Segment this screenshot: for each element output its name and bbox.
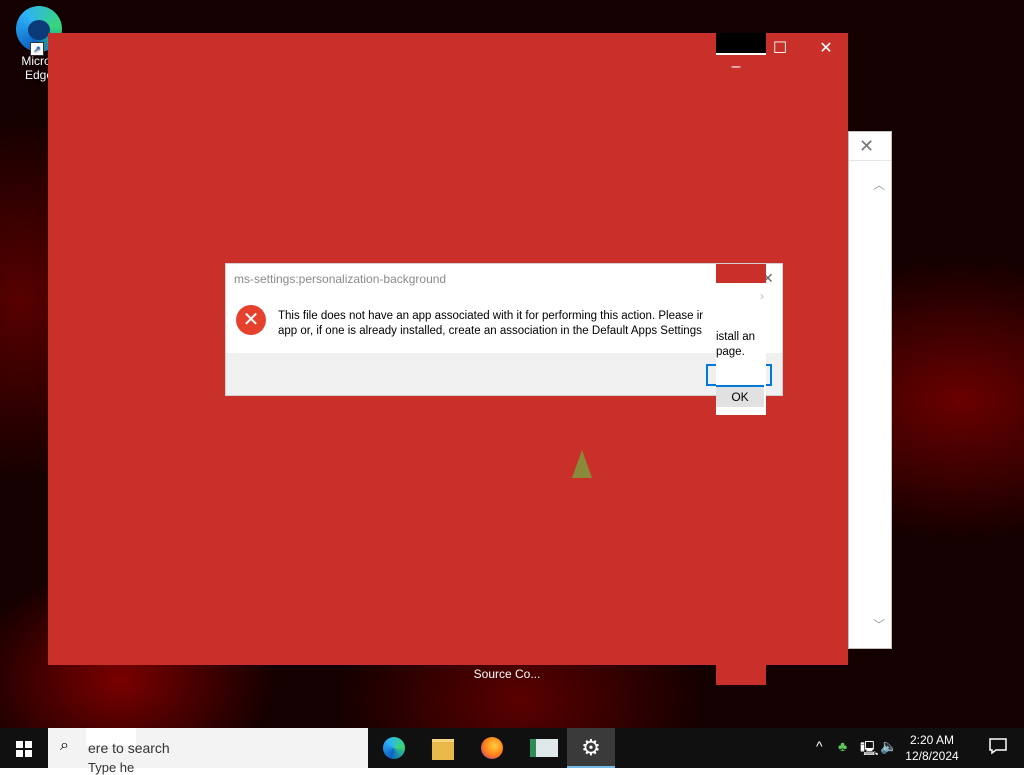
close-icon[interactable]: ✕ [859,136,874,157]
chevron-right-icon: › [760,289,764,303]
desktop-icon-label-source[interactable]: Source Co... [462,667,552,681]
search-icon: ⌕ [60,737,69,754]
taskbar-app-firefox[interactable] [468,728,516,768]
network-icon[interactable]: 🖳 [860,738,879,762]
fragment-line: page. [716,346,745,358]
gear-icon: ⚙ [581,735,601,760]
taskbar-app-edge[interactable] [370,728,418,768]
fragment-line: istall an [716,331,755,343]
edge-icon [383,737,405,759]
background-window[interactable]: ✕ ︿ ﹀ [848,131,892,649]
background-window-titlebar: ✕ [849,132,891,161]
ok-button[interactable]: OK [716,385,764,407]
windows-logo-icon [16,741,32,757]
maximize-icon[interactable]: ☐ [770,39,790,59]
start-button[interactable] [0,728,48,768]
clock[interactable]: 2:20 AM 12/8/2024 [902,732,962,764]
render-artifact [716,53,766,55]
system-tray: ^ ♣ 🖳 🔈 2:20 AM 12/8/2024 [804,728,1024,768]
dialog-title: ms-settings:personalization-background [234,272,447,286]
cursor-sprite-icon [572,450,592,478]
dialog-message-line: This file does not have an app associate… [278,310,704,322]
folder-icon [432,739,454,760]
firefox-icon [481,737,503,759]
render-artifact [716,33,766,53]
volume-icon[interactable]: 🔈 [880,738,897,755]
fragment-text: istall an page. [716,330,755,360]
error-dialog[interactable]: ms-settings:personalization-background ✕… [226,264,782,395]
render-artifact [716,264,766,283]
clock-date: 12/8/2024 [905,749,959,763]
chevron-down-icon[interactable]: ﹀ [873,616,885,633]
render-artifact [716,283,766,285]
taskbar: ⌕ ere to search Type he ⚙ ^ ♣ 🖳 🔈 2:20 A… [0,728,1024,775]
dialog-message-line: app or, if one is already installed, cre… [278,325,702,337]
error-icon: ✕ [236,305,266,335]
chevron-up-icon[interactable]: ^ [816,738,823,754]
dialog-fragment: › istall an page. OK [716,283,766,415]
taskbar-app-notepad[interactable] [517,728,565,768]
notepad-icon [530,739,558,757]
taskbar-app-settings[interactable]: ⚙ [567,728,615,768]
clock-time: 2:20 AM [909,733,955,747]
notification-icon[interactable] [988,736,1012,760]
dialog-message: This file does not have an app associate… [278,309,728,339]
close-icon[interactable]: ✕ [816,39,836,59]
search-placeholder: ere to search [88,740,170,756]
people-icon[interactable]: ♣ [838,738,847,754]
desktop: ↗ Micros Edge ✕ ︿ ﹀ – ☐ ✕ ms-settings:pe… [0,0,1024,728]
search-input[interactable]: ⌕ ere to search Type he [48,728,368,775]
shortcut-arrow-icon: ↗ [30,42,44,56]
render-artifact [716,415,766,685]
taskbar-app-file-explorer[interactable] [419,728,467,768]
chevron-up-icon[interactable]: ︿ [873,176,885,193]
minimize-icon[interactable]: – [726,57,746,77]
